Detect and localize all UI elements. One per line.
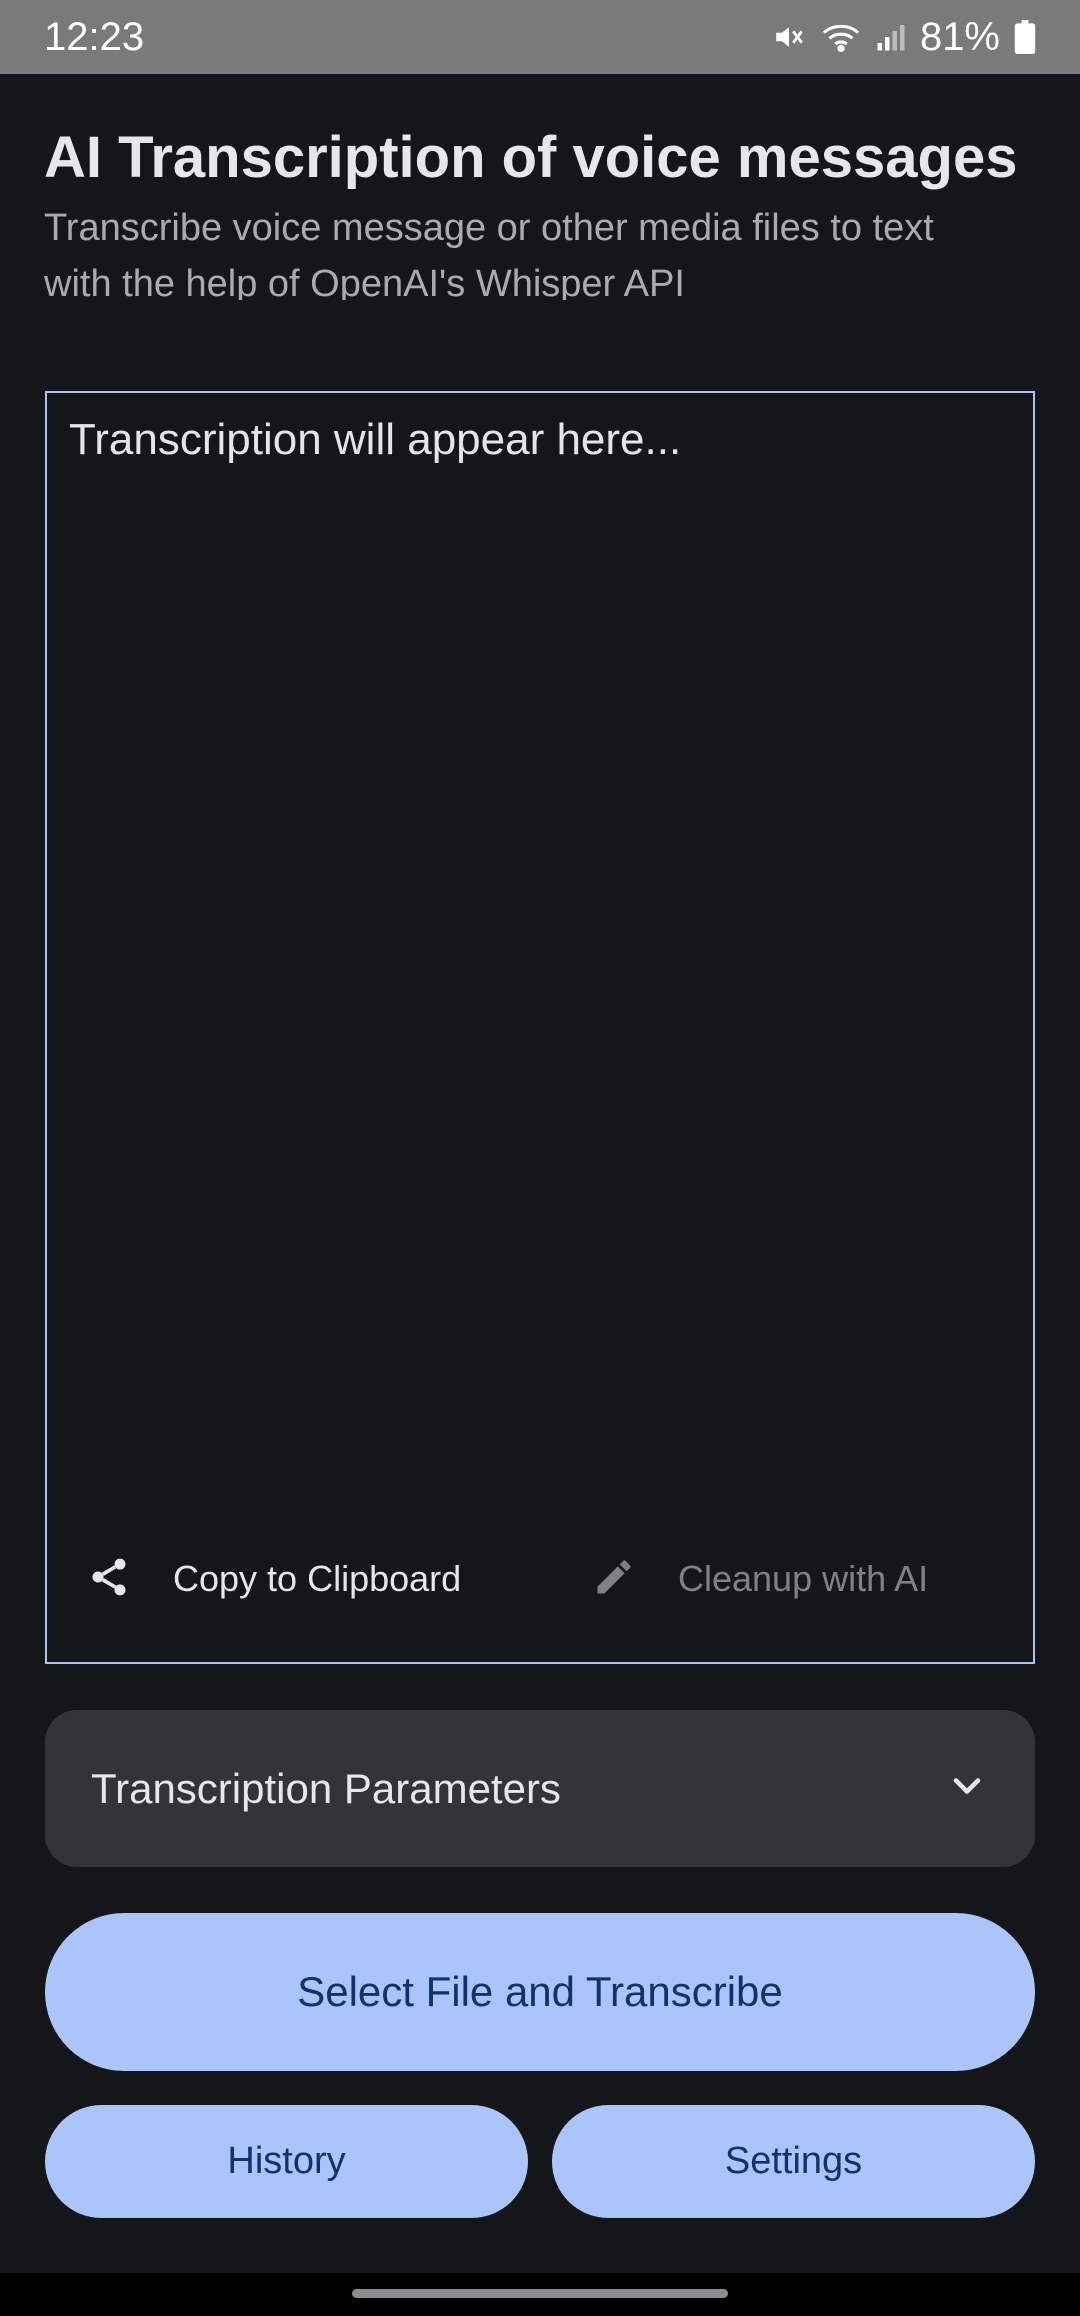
transcription-actions: Copy to Clipboard Cleanup with AI [47,1531,1033,1627]
status-bar: 12:23 81% [0,0,1080,74]
page-subtitle: Transcribe voice message or other media … [44,207,934,300]
battery-text: 81% [919,14,1000,59]
wifi-icon [820,20,862,54]
history-button[interactable]: History [45,2105,528,2218]
copy-to-clipboard-button[interactable]: Copy to Clipboard [87,1531,461,1627]
status-icons: 81% [772,15,1036,60]
share-icon [87,1555,131,1604]
page-title: AI Transcription of voice messages [44,125,1018,190]
copy-label: Copy to Clipboard [173,1558,462,1599]
transcription-output[interactable]: Transcription will appear here... Copy t… [45,391,1035,1664]
battery-icon [1014,20,1036,54]
status-time: 12:23 [44,14,145,59]
settings-button[interactable]: Settings [552,2105,1035,2218]
home-indicator[interactable] [352,2289,728,2298]
chevron-down-icon [945,1764,989,1813]
signal-icon [876,22,906,52]
cleanup-label: Cleanup with AI [678,1558,929,1599]
transcription-parameters-toggle[interactable]: Transcription Parameters [45,1710,1035,1867]
pencil-icon [592,1555,636,1604]
cleanup-with-ai-button[interactable]: Cleanup with AI [592,1531,928,1627]
select-file-and-transcribe-button[interactable]: Select File and Transcribe [45,1913,1035,2071]
mute-icon [772,20,806,54]
transcription-placeholder: Transcription will appear here... [69,415,682,464]
navigation-bar [0,2273,1080,2316]
parameters-label: Transcription Parameters [91,1764,561,1812]
